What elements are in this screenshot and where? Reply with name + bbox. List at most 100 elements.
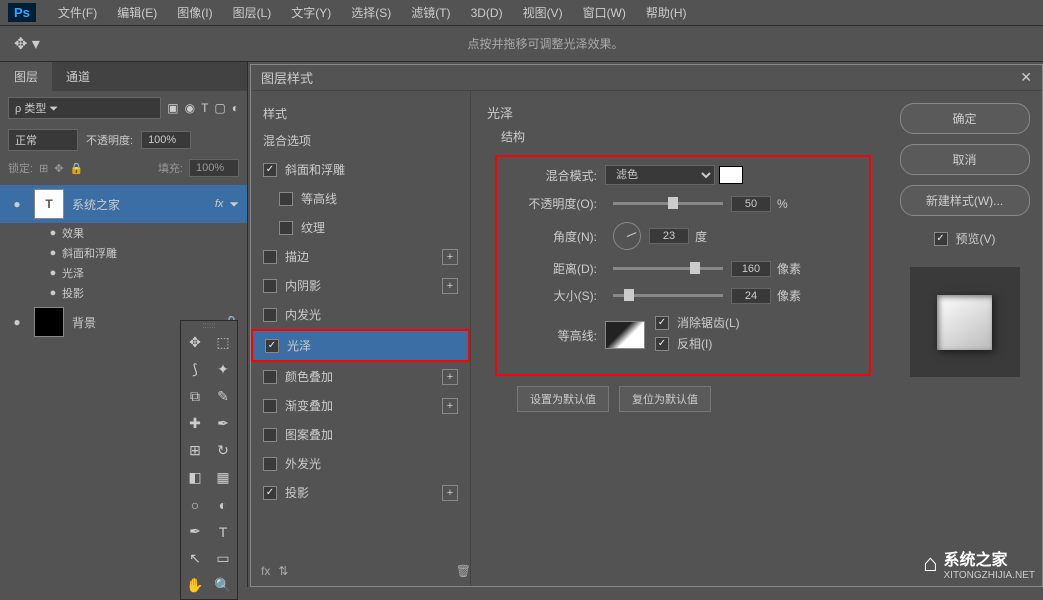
menu-window[interactable]: 窗口(W) (573, 0, 636, 25)
filter-icon[interactable]: ◉ (185, 101, 195, 115)
checkbox[interactable] (263, 428, 277, 442)
move-tool-icon[interactable]: ✥ (181, 329, 209, 356)
distance-input[interactable] (731, 261, 771, 277)
filter-icon[interactable]: ◐ (232, 101, 239, 115)
effect-item[interactable]: ● 投影 (0, 283, 247, 303)
effect-item[interactable]: ● 斜面和浮雕 (0, 243, 247, 263)
style-color-overlay[interactable]: 颜色叠加+ (251, 362, 470, 391)
style-outer-glow[interactable]: 外发光 (251, 449, 470, 478)
close-icon[interactable]: ✕ (1020, 69, 1032, 86)
checkbox[interactable] (279, 221, 293, 235)
preview-checkbox[interactable] (934, 232, 948, 246)
menu-select[interactable]: 选择(S) (341, 0, 401, 25)
crop-tool-icon[interactable]: ⧉ (181, 383, 209, 410)
trash-icon[interactable]: 🗑 (456, 564, 471, 578)
new-style-button[interactable]: 新建样式(W)... (900, 185, 1030, 216)
angle-dial[interactable] (613, 222, 641, 250)
hand-tool-icon[interactable]: ✋ (181, 572, 209, 599)
visibility-icon[interactable]: ● (8, 197, 26, 211)
style-pattern-overlay[interactable]: 图案叠加 (251, 420, 470, 449)
lock-pixels-icon[interactable]: ⊞ (39, 162, 48, 175)
styles-header[interactable]: 样式 (251, 101, 470, 126)
angle-input[interactable] (649, 228, 689, 244)
invert-checkbox[interactable] (655, 337, 669, 351)
layer-thumb[interactable] (34, 307, 64, 337)
effects-header[interactable]: ● 效果 (0, 223, 247, 243)
lock-position-icon[interactable]: ✥ (54, 162, 63, 175)
preview-checkbox-row[interactable]: 预览(V) (934, 230, 996, 247)
style-texture[interactable]: 纹理 (251, 213, 470, 242)
filter-icon[interactable]: ▣ (167, 101, 178, 115)
plus-icon[interactable]: + (442, 249, 458, 265)
checkbox[interactable] (263, 399, 277, 413)
layer-thumb[interactable]: T (34, 189, 64, 219)
menu-type[interactable]: 文字(Y) (281, 0, 341, 25)
checkbox[interactable] (263, 370, 277, 384)
pen-tool-icon[interactable]: ✒ (181, 518, 209, 545)
opacity-slider[interactable] (613, 202, 723, 205)
menu-view[interactable]: 视图(V) (513, 0, 573, 25)
tab-channels[interactable]: 通道 (52, 62, 104, 91)
anti-alias-checkbox[interactable] (655, 316, 669, 330)
blur-tool-icon[interactable]: ○ (181, 491, 209, 518)
size-input[interactable] (731, 288, 771, 304)
filter-type-dropdown[interactable]: ρ 类型 ⏷ (8, 97, 161, 119)
menu-edit[interactable]: 编辑(E) (107, 0, 167, 25)
toolbox-handle[interactable]: :::::: (181, 321, 237, 329)
wand-tool-icon[interactable]: ✦ (209, 356, 237, 383)
shape-tool-icon[interactable]: ▭ (209, 545, 237, 572)
menu-3d[interactable]: 3D(D) (461, 2, 513, 24)
plus-icon[interactable]: + (442, 369, 458, 385)
checkbox[interactable] (263, 486, 277, 500)
checkbox[interactable] (263, 279, 277, 293)
distance-slider[interactable] (613, 267, 723, 270)
heal-tool-icon[interactable]: ✚ (181, 410, 209, 437)
menu-filter[interactable]: 滤镜(T) (401, 0, 460, 25)
ok-button[interactable]: 确定 (900, 103, 1030, 134)
dodge-tool-icon[interactable]: ◐ (209, 491, 237, 518)
size-slider[interactable] (613, 294, 723, 297)
opacity-input[interactable] (731, 196, 771, 212)
effect-item[interactable]: ● 光泽 (0, 263, 247, 283)
checkbox[interactable] (279, 192, 293, 206)
move-tool-icon[interactable]: ✥ ▾ (14, 34, 40, 54)
style-satin[interactable]: 光泽 (251, 329, 470, 362)
blend-options-item[interactable]: 混合选项 (251, 126, 470, 155)
menu-help[interactable]: 帮助(H) (636, 0, 697, 25)
fx-menu-icon[interactable]: fx (261, 564, 270, 578)
type-tool-icon[interactable]: T (209, 518, 237, 545)
filter-icon[interactable]: ▢ (214, 101, 225, 115)
checkbox[interactable] (263, 308, 277, 322)
color-swatch[interactable] (719, 166, 743, 184)
fx-badge[interactable]: fx (215, 198, 224, 210)
set-default-button[interactable]: 设置为默认值 (517, 386, 609, 412)
visibility-icon[interactable]: ● (44, 267, 62, 279)
style-gradient-overlay[interactable]: 渐变叠加+ (251, 391, 470, 420)
lock-all-icon[interactable]: 🔒 (70, 162, 84, 175)
blend-mode-select[interactable]: 滤色 (605, 165, 715, 185)
stamp-tool-icon[interactable]: ⊞ (181, 437, 209, 464)
blend-mode-dropdown[interactable]: 正常 (8, 129, 78, 151)
zoom-tool-icon[interactable]: 🔍 (209, 572, 237, 599)
checkbox[interactable] (263, 250, 277, 264)
menu-file[interactable]: 文件(F) (48, 0, 107, 25)
reset-default-button[interactable]: 复位为默认值 (619, 386, 711, 412)
gradient-tool-icon[interactable]: ▦ (209, 464, 237, 491)
checkbox[interactable] (263, 457, 277, 471)
lasso-tool-icon[interactable]: ⟆ (181, 356, 209, 383)
visibility-icon[interactable]: ● (44, 247, 62, 259)
style-drop-shadow[interactable]: 投影+ (251, 478, 470, 507)
opacity-input[interactable]: 100% (141, 131, 191, 149)
tab-layers[interactable]: 图层 (0, 62, 52, 91)
visibility-icon[interactable]: ● (8, 315, 26, 329)
style-inner-shadow[interactable]: 内阴影+ (251, 271, 470, 300)
visibility-icon[interactable]: ● (44, 287, 62, 299)
style-contour[interactable]: 等高线 (251, 184, 470, 213)
filter-icon[interactable]: T (201, 101, 208, 115)
visibility-icon[interactable]: ● (44, 227, 62, 239)
eraser-tool-icon[interactable]: ◧ (181, 464, 209, 491)
eyedropper-tool-icon[interactable]: ✎ (209, 383, 237, 410)
history-brush-icon[interactable]: ↻ (209, 437, 237, 464)
layer-item[interactable]: ● T 系统之家 fx ⏷ (0, 185, 247, 223)
chevron-icon[interactable]: ⏷ (229, 197, 239, 212)
